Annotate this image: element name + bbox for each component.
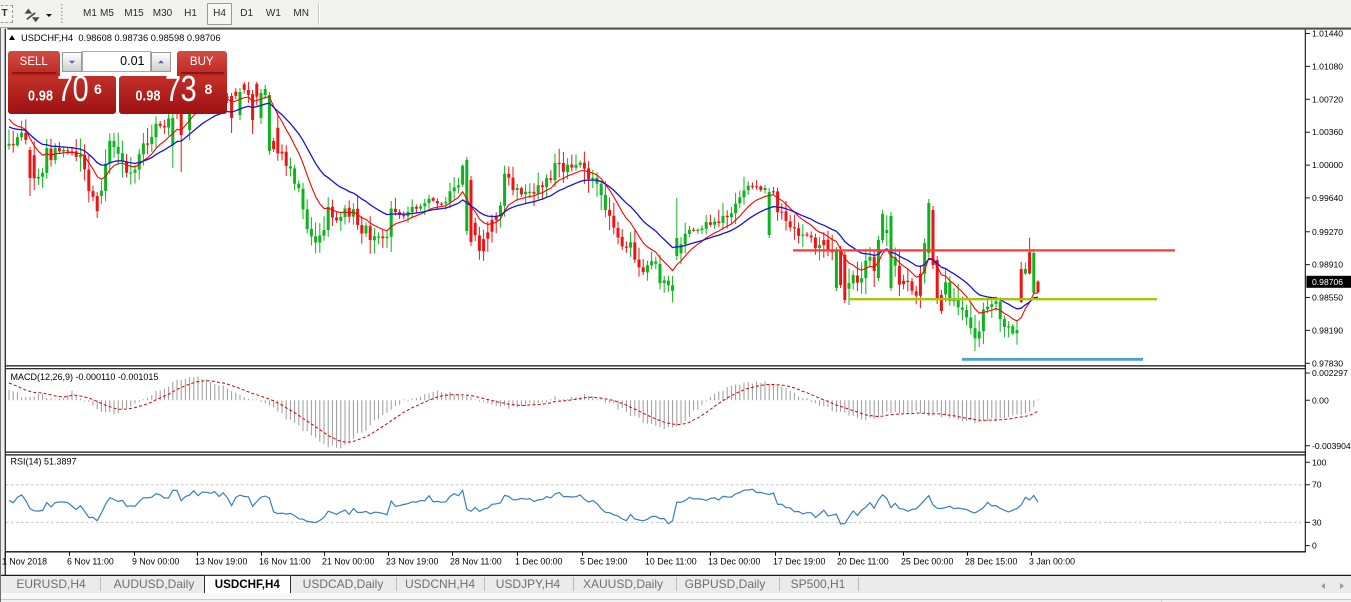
svg-text:0.002297: 0.002297 [1312,368,1348,378]
svg-text:13 Nov 19:00: 13 Nov 19:00 [195,557,247,567]
svg-text:-0.003904: -0.003904 [1312,441,1351,451]
svg-text:0.99640: 0.99640 [1312,193,1343,203]
svg-text:70: 70 [1312,480,1322,490]
svg-text:30: 30 [1312,517,1322,527]
svg-text:RSI(14) 51.3897: RSI(14) 51.3897 [11,457,77,467]
svg-text:100: 100 [1312,457,1327,467]
svg-text:1.01440: 1.01440 [1312,29,1343,39]
svg-text:1.00360: 1.00360 [1312,127,1343,137]
svg-text:28 Dec 15:00: 28 Dec 15:00 [965,557,1017,567]
svg-text:0.98910: 0.98910 [1312,260,1343,270]
svg-text:0.99270: 0.99270 [1312,227,1343,237]
svg-text:3 Jan 00:00: 3 Jan 00:00 [1029,557,1075,567]
svg-text:1 Nov 2018: 1 Nov 2018 [2,557,47,567]
svg-text:6 Nov 11:00: 6 Nov 11:00 [67,557,114,567]
svg-text:0: 0 [1312,541,1317,551]
svg-text:0.98190: 0.98190 [1312,325,1343,335]
svg-text:0.97830: 0.97830 [1312,358,1343,368]
svg-text:16 Nov 11:00: 16 Nov 11:00 [259,557,311,567]
svg-text:0.98706: 0.98706 [1312,277,1343,287]
svg-text:1.01080: 1.01080 [1312,61,1343,71]
svg-text:0.00: 0.00 [1312,395,1329,405]
svg-text:13 Dec 00:00: 13 Dec 00:00 [708,557,760,567]
svg-text:23 Nov 19:00: 23 Nov 19:00 [386,557,438,567]
svg-text:1.00720: 1.00720 [1312,94,1343,104]
svg-text:1.00000: 1.00000 [1312,160,1343,170]
svg-text:9 Nov 00:00: 9 Nov 00:00 [132,557,180,567]
svg-text:21 Nov 00:00: 21 Nov 00:00 [322,557,374,567]
svg-text:17 Dec 19:00: 17 Dec 19:00 [773,557,825,567]
svg-text:28 Nov 11:00: 28 Nov 11:00 [450,557,502,567]
svg-text:10 Dec 11:00: 10 Dec 11:00 [645,557,697,567]
svg-text:1 Dec 00:00: 1 Dec 00:00 [515,557,563,567]
svg-text:20 Dec 11:00: 20 Dec 11:00 [837,557,889,567]
svg-text:5 Dec 19:00: 5 Dec 19:00 [580,557,628,567]
svg-text:25 Dec 00:00: 25 Dec 00:00 [901,557,953,567]
svg-text:MACD(12,26,9) -0.000110 -0.001: MACD(12,26,9) -0.000110 -0.001015 [11,372,159,382]
svg-text:0.98550: 0.98550 [1312,293,1343,303]
